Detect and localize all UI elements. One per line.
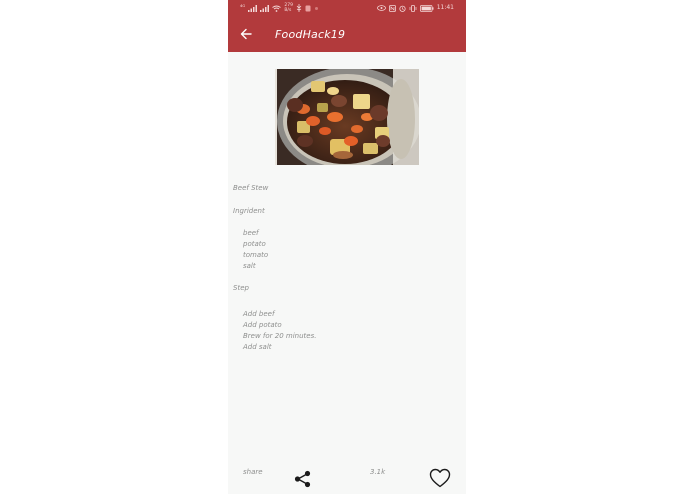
signal-icon <box>248 4 258 12</box>
signal-icon-2 <box>260 4 270 12</box>
notification-icon <box>305 5 311 11</box>
list-item: salt <box>243 262 256 270</box>
list-item: Add beef <box>243 310 275 318</box>
ingredient-heading: Ingrident <box>233 207 265 215</box>
share-icon[interactable] <box>294 470 312 488</box>
list-item: tomato <box>243 251 269 259</box>
step-list: Add beef Add potato Brew for 20 minutes.… <box>243 309 316 353</box>
arrow-left-icon[interactable] <box>239 27 253 41</box>
step-heading: Step <box>233 284 249 292</box>
list-item: Add potato <box>243 321 282 329</box>
wifi-icon <box>272 5 282 12</box>
nfc-icon <box>388 4 396 12</box>
list-item: Add salt <box>243 343 272 351</box>
phone-screen: ⁴ᴳ 279 B/s 11:41 FoodHack19 Beef Stew In… <box>228 0 466 494</box>
status-bar: ⁴ᴳ 279 B/s 11:41 <box>228 0 466 16</box>
battery-icon <box>419 4 434 12</box>
network-speed-unit: B/s <box>284 8 292 13</box>
list-item: beef <box>243 229 259 237</box>
ingredient-list: beef potato tomato salt <box>243 228 268 272</box>
like-count: 3.1k <box>370 468 386 476</box>
eye-icon <box>376 5 386 11</box>
network-label: ⁴ᴳ <box>240 4 246 11</box>
recipe-name: Beef Stew <box>233 184 269 192</box>
share-label: share <box>243 468 263 476</box>
heart-icon[interactable] <box>429 468 451 488</box>
network-speed: 279 B/s <box>284 3 293 13</box>
list-item: potato <box>243 240 266 248</box>
status-bar-right: 11:41 <box>376 4 454 12</box>
app-bar: FoodHack19 <box>228 16 466 52</box>
recipe-image <box>275 69 419 165</box>
usb-icon <box>296 4 302 12</box>
notification-dot-icon <box>314 6 318 10</box>
status-bar-left: ⁴ᴳ 279 B/s <box>240 3 319 13</box>
alarm-icon <box>399 5 406 12</box>
vibrate-icon <box>409 4 417 12</box>
app-title: FoodHack19 <box>275 27 346 41</box>
status-time: 11:41 <box>436 4 454 11</box>
list-item: Brew for 20 minutes. <box>243 332 317 340</box>
